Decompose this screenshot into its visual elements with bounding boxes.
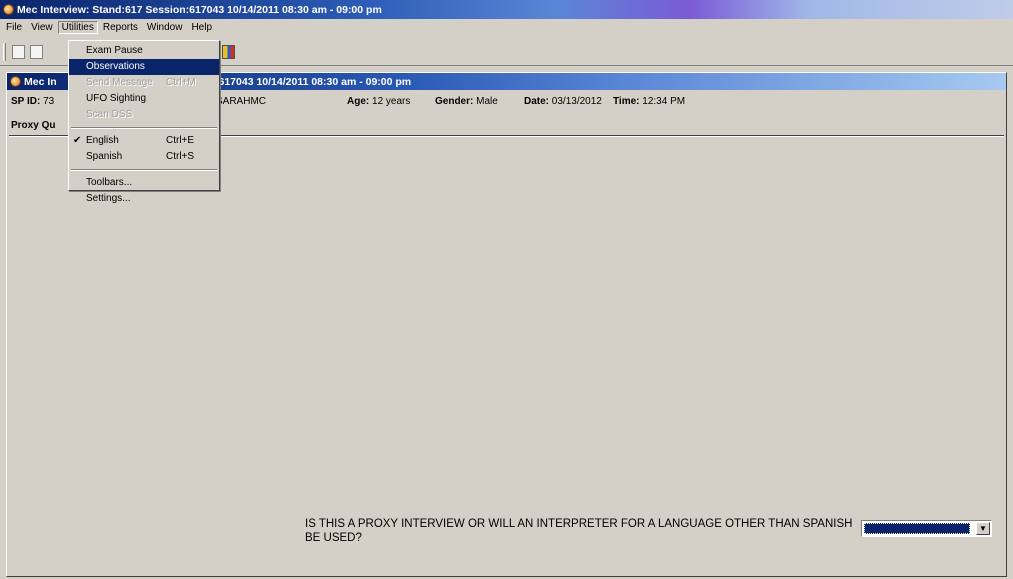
menu-separator xyxy=(71,169,217,171)
user-name: SARAHMC xyxy=(216,96,267,107)
answer-dropdown[interactable]: ▼ xyxy=(861,520,992,537)
time-label: Time: xyxy=(613,96,640,107)
menu-item-label: Observations xyxy=(86,61,145,72)
menu-item-shortcut: Ctrl+E xyxy=(166,135,195,146)
menu-bar: File View Utilities Reports Window Help xyxy=(0,19,1013,36)
menu-item-shortcut: Ctrl+S xyxy=(166,151,195,162)
menu-item-label: Scan DSS xyxy=(86,109,133,120)
date-value: 03/13/2012 xyxy=(551,96,602,107)
menu-item-label: Toolbars... xyxy=(86,177,133,188)
menu-item-spanish[interactable]: Spanish Ctrl+S xyxy=(69,149,219,165)
window-title: Mec Interview: Stand:617 Session:617043 … xyxy=(17,3,382,16)
new-document-icon[interactable] xyxy=(12,45,25,59)
exit-door-icon[interactable] xyxy=(222,45,235,59)
menu-utilities[interactable]: Utilities xyxy=(57,21,98,34)
utilities-menu: Exam Pause Observations Send Message Ctrl… xyxy=(68,40,220,204)
menu-item-settings[interactable]: Settings... xyxy=(69,191,219,207)
menu-item-label: Send Message xyxy=(86,77,153,88)
date-label: Date: xyxy=(524,96,550,107)
menu-item-send-message: Send Message Ctrl+M xyxy=(69,75,219,91)
interview-app-icon xyxy=(10,76,21,87)
app-title-bar: Mec Interview: Stand:617 Session:617043 … xyxy=(0,0,1013,19)
menu-item-ufo-sighting[interactable]: UFO Sighting xyxy=(69,91,219,107)
app-icon xyxy=(3,4,14,15)
clipboard-icon[interactable] xyxy=(30,45,43,59)
menu-item-label: Spanish xyxy=(86,151,123,162)
section-title: Proxy Qu xyxy=(11,120,56,131)
chevron-down-icon[interactable]: ▼ xyxy=(976,522,990,535)
gender-label: Gender: xyxy=(435,96,474,107)
gender-value: Male xyxy=(476,96,498,107)
menu-item-label: English xyxy=(86,135,119,146)
menu-window[interactable]: Window xyxy=(143,21,187,34)
menu-item-english[interactable]: ✔ English Ctrl+E xyxy=(69,133,219,149)
menu-item-label: Settings... xyxy=(86,193,131,204)
menu-item-toolbars[interactable]: Toolbars... xyxy=(69,175,219,191)
menu-item-label: Exam Pause xyxy=(86,45,143,56)
age-label: Age: xyxy=(347,96,370,107)
interview-title: :617043 10/14/2011 08:30 am - 09:00 pm xyxy=(215,75,412,88)
menu-item-label: UFO Sighting xyxy=(86,93,147,104)
question-text: IS THIS A PROXY INTERVIEW OR WILL AN INT… xyxy=(305,518,853,544)
toolbar-grip[interactable] xyxy=(3,43,6,61)
interview-title-prefix: Mec In xyxy=(24,75,57,88)
sp-id-value: 73 xyxy=(43,96,55,107)
answer-selected-value[interactable] xyxy=(864,523,970,534)
sp-id-label: SP ID: xyxy=(11,96,41,107)
menu-item-observations[interactable]: Observations xyxy=(69,59,219,75)
menu-item-shortcut: Ctrl+M xyxy=(166,77,196,88)
age-value: 12 years xyxy=(372,96,411,107)
menu-view[interactable]: View xyxy=(27,21,57,34)
menu-item-exam-pause[interactable]: Exam Pause xyxy=(69,43,219,59)
menu-help[interactable]: Help xyxy=(187,21,216,34)
menu-separator xyxy=(71,127,217,129)
checkmark-icon: ✔ xyxy=(73,135,82,146)
menu-reports[interactable]: Reports xyxy=(99,21,142,34)
menu-item-scan-dss: Scan DSS xyxy=(69,107,219,123)
menu-file[interactable]: File xyxy=(2,21,26,34)
time-value: 12:34 PM xyxy=(642,96,686,107)
